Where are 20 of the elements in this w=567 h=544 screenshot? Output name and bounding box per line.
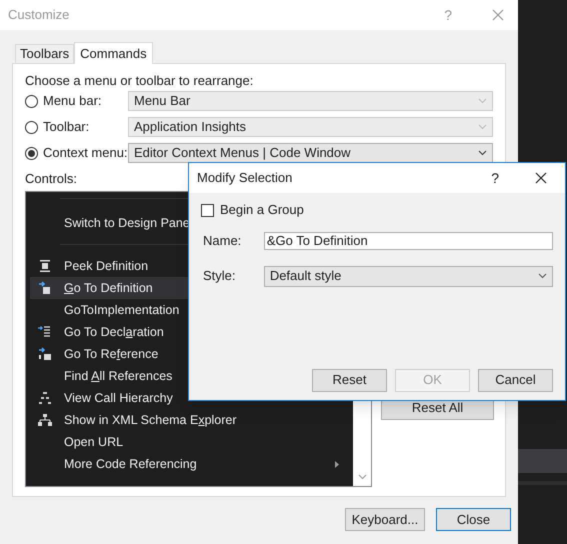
checkbox-label: Begin a Group xyxy=(220,201,304,220)
window-title: Customize xyxy=(8,6,70,24)
radio-label: Toolbar: xyxy=(43,118,90,136)
command-label: Show in XML Schema Explorer xyxy=(64,412,237,427)
dialog-title: Modify Selection xyxy=(197,169,294,188)
radio-label: Context menu: xyxy=(43,144,128,162)
name-label: Name: xyxy=(203,232,242,250)
radio-label: Menu bar: xyxy=(43,92,102,110)
command-label: Open URL xyxy=(64,434,124,449)
command-label: Peek Definition xyxy=(64,258,148,273)
style-label: Style: xyxy=(203,267,237,286)
controls-label: Controls: xyxy=(25,170,78,185)
command-label: View Call Hierarchy xyxy=(64,390,173,405)
command-label: Go To Definition xyxy=(64,280,153,295)
command-label: Switch to Design Pane xyxy=(64,216,190,230)
prompt-label: Choose a menu or toolbar to rearrange: xyxy=(25,72,254,87)
command-label: GoToImplementation xyxy=(64,302,180,317)
command-label: More Code Referencing xyxy=(64,456,197,471)
command-label: Go To Declaration xyxy=(64,324,164,339)
command-label: Go To Reference xyxy=(64,346,158,361)
